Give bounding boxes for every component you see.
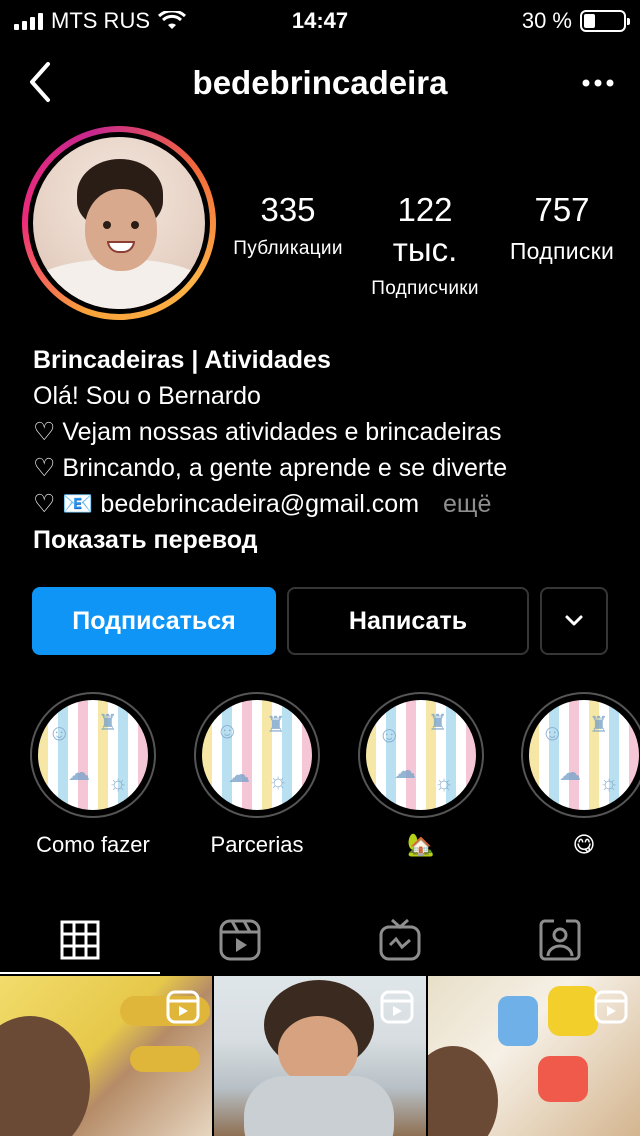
highlight-caption: Como fazer <box>36 832 150 857</box>
highlight-caption: 😋 <box>572 832 596 857</box>
stat-following[interactable]: 757 Подписки <box>502 190 622 265</box>
show-translation-link[interactable]: Показать перевод <box>33 522 623 558</box>
bio-email[interactable]: ♡ 📧 bedebrincadeira@gmail.com <box>33 490 419 518</box>
grid-icon <box>60 920 100 960</box>
bio-line: ♡ Brincando, a gente aprende e se divert… <box>33 454 508 482</box>
bio-line-email: ♡ 📧 bedebrincadeira@gmail.com ещё <box>33 486 623 522</box>
profile-username: bedebrincadeira <box>192 64 448 101</box>
profile-display-name: Brincadeiras | Atividades <box>33 346 331 374</box>
active-tab-indicator <box>0 972 160 974</box>
highlight-cover: ☺ ♜ ☁ ☼ <box>202 700 312 810</box>
stat-posts-value: 335 <box>260 191 316 228</box>
highlight-item[interactable]: ☺ ♜ ☁ ☼ 🏡 <box>356 692 486 858</box>
reels-badge-icon <box>380 990 414 1024</box>
battery-icon <box>580 10 630 32</box>
bio-more-link[interactable]: ещё <box>443 490 491 518</box>
posts-grid <box>0 976 640 1136</box>
stat-followers[interactable]: 122 тыс. Подписчики <box>363 190 487 300</box>
highlight-cover: ☺ ♜ ☁ ☼ <box>366 700 476 810</box>
stat-posts[interactable]: 335 Публикации <box>228 190 348 260</box>
stat-following-label: Подписки <box>509 238 615 264</box>
highlight-cover: ☺ ♜ ☁ ☼ <box>529 700 639 810</box>
status-bar: MTS RUS 14:47 30 % <box>0 0 640 40</box>
battery-percent: 30 % <box>521 8 572 33</box>
igtv-icon <box>379 918 421 961</box>
tab-tagged[interactable] <box>480 908 640 972</box>
profile-tabs <box>0 900 640 976</box>
bio-line: Olá! Sou o Bernardo <box>33 382 261 410</box>
story-ring[interactable] <box>22 126 216 320</box>
bio-line: ♡ Vejam nossas atividades e brincadeiras <box>33 418 502 446</box>
profile-bio: Brincadeiras | Atividades Olá! Sou o Ber… <box>33 342 623 558</box>
message-button[interactable]: Написать <box>287 587 529 655</box>
reels-badge-icon <box>594 990 628 1024</box>
reels-icon <box>219 919 261 961</box>
tagged-icon <box>539 919 581 961</box>
highlight-caption: 🏡 <box>407 832 435 857</box>
profile-header: bedebrincadeira <box>0 50 640 114</box>
highlight-caption: Parcerias <box>210 832 304 857</box>
tab-grid[interactable] <box>0 908 160 972</box>
highlight-item[interactable]: ☺ ♜ ☁ ☼ 😋 <box>519 692 640 858</box>
stat-posts-label: Публикации <box>233 238 343 259</box>
suggestions-dropdown-button[interactable] <box>540 587 608 655</box>
chevron-down-icon <box>565 615 583 626</box>
post-thumbnail[interactable] <box>0 976 212 1136</box>
stat-following-value: 757 <box>534 191 590 228</box>
highlight-item[interactable]: ☺ ♜ ☁ ☼ Parcerias <box>192 692 322 858</box>
stat-followers-label: Подписчики <box>371 278 479 299</box>
avatar <box>33 137 205 309</box>
highlight-item[interactable]: ☺ ♜ ☁ ☼ Como fazer <box>28 692 158 858</box>
tab-igtv[interactable] <box>320 908 480 972</box>
reels-badge-icon <box>166 990 200 1024</box>
tab-reels[interactable] <box>160 908 320 972</box>
post-thumbnail[interactable] <box>214 976 426 1136</box>
follow-button[interactable]: Подписаться <box>32 587 276 655</box>
more-dots-icon[interactable] <box>578 68 618 98</box>
post-thumbnail[interactable] <box>428 976 640 1136</box>
highlight-cover: ☺ ♜ ☁ ☼ <box>38 700 148 810</box>
stat-followers-value: 122 тыс. <box>392 191 458 268</box>
